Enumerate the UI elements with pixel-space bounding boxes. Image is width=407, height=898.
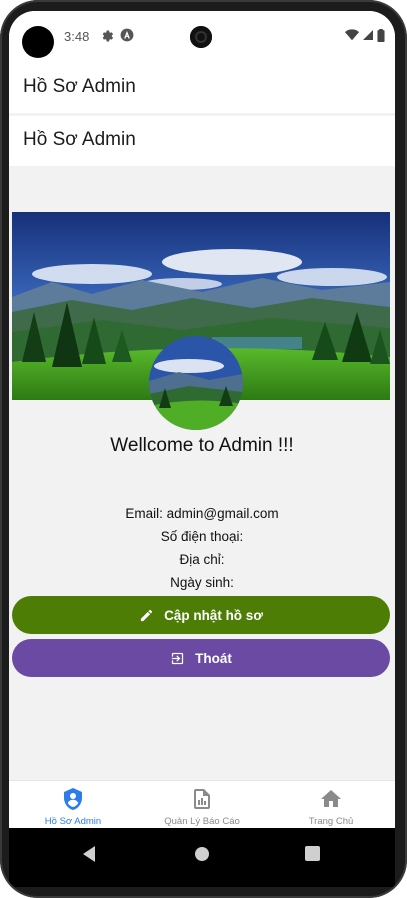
status-icons [345, 28, 385, 42]
camera-cutout [22, 26, 54, 58]
phone-text: Số điện thoại: [160, 529, 244, 544]
avatar-image [149, 336, 243, 430]
logout-icon [172, 652, 184, 664]
update-profile-label: Cập nhật hồ sơ [164, 607, 263, 623]
front-camera [190, 26, 212, 48]
wifi-icon [345, 29, 359, 41]
home-icon [321, 790, 341, 807]
sub-header: Hồ Sơ Admin [9, 116, 395, 166]
battery-icon [377, 28, 385, 42]
signal-icon [363, 30, 373, 40]
bottom-navigation: Hồ Sơ Admin Quản Lý Báo Cáo Trang Chủ [9, 780, 395, 829]
settings-icon [102, 30, 114, 42]
section-title: Hồ Sơ Admin [23, 129, 136, 150]
status-bar: 3:48 [9, 11, 395, 61]
nav-item-admin-profile[interactable]: Hồ Sơ Admin [9, 781, 137, 829]
avatar[interactable] [149, 336, 243, 430]
android-a-icon [120, 28, 134, 42]
page-title: Hồ Sơ Admin [23, 76, 136, 97]
nav-item-home[interactable]: Trang Chủ [267, 781, 395, 829]
nav-label-reports: Quản Lý Báo Cáo [164, 816, 240, 827]
logout-label: Thoát [195, 650, 232, 666]
nav-label-home: Trang Chủ [308, 816, 354, 827]
logout-button[interactable]: Thoát [12, 639, 390, 677]
birthday-text: Ngày sinh: [170, 575, 234, 590]
phone-device: 3:48 Hồ Sơ Admin Hồ Sơ Admin Wellcome to… [0, 0, 407, 898]
back-icon[interactable] [81, 845, 97, 863]
system-navigation-bar [9, 828, 395, 887]
nav-label-admin-profile: Hồ Sơ Admin [44, 816, 102, 827]
update-profile-button[interactable]: Cập nhật hồ sơ [12, 596, 390, 634]
status-time: 3:48 [64, 29, 90, 44]
app-screen: 3:48 Hồ Sơ Admin Hồ Sơ Admin Wellcome to… [9, 11, 395, 887]
email-text: Email: admin@gmail.com [125, 506, 279, 521]
nav-item-reports[interactable]: Quản Lý Báo Cáo [138, 781, 266, 829]
home-circle-icon[interactable] [194, 846, 210, 862]
welcome-text: Wellcome to Admin !!! [110, 435, 294, 456]
pencil-icon [140, 609, 153, 621]
recents-icon[interactable] [305, 846, 320, 861]
app-bar: Hồ Sơ Admin [9, 61, 395, 113]
address-text: Địa chỉ: [179, 552, 225, 567]
admin-shield-icon [64, 788, 82, 810]
report-icon [194, 789, 210, 809]
